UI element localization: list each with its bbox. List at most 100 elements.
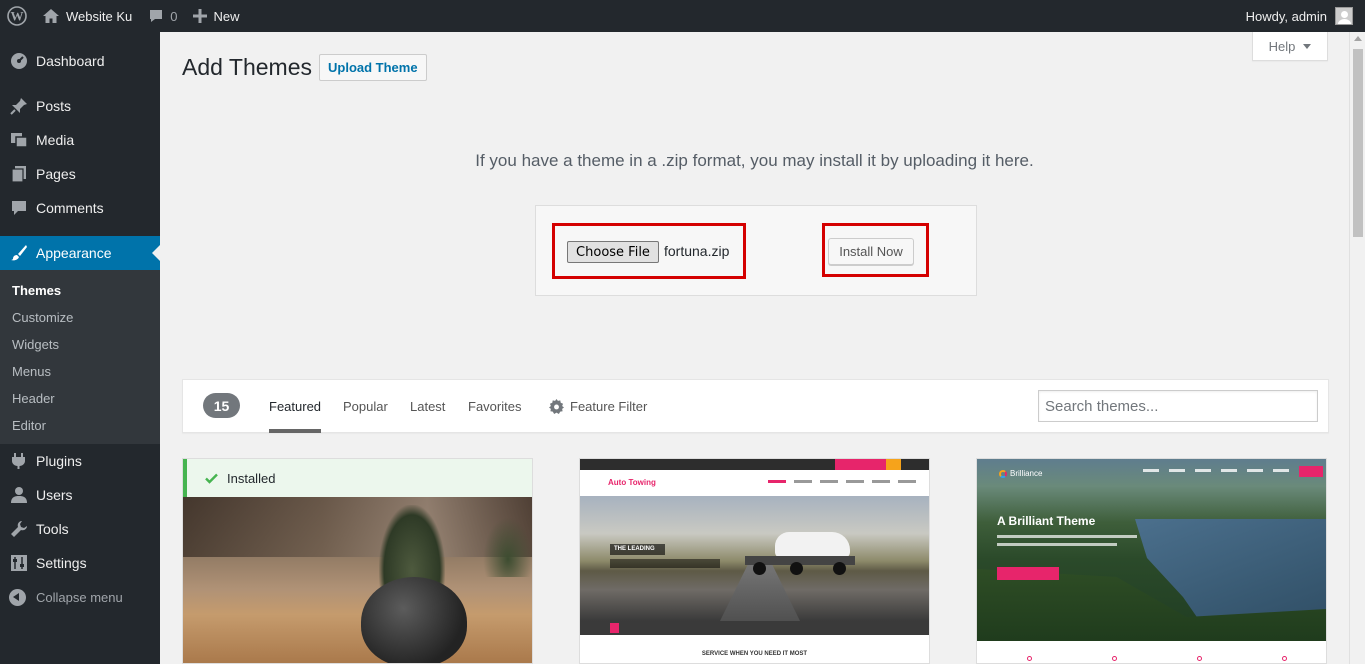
tab-popular[interactable]: Popular xyxy=(343,380,388,433)
theme-screenshot-lake: Brilliance A Brilliant Theme xyxy=(977,459,1326,641)
comments-link[interactable]: 0 xyxy=(140,0,185,32)
comments-icon xyxy=(9,198,29,218)
submenu-item-themes[interactable]: Themes xyxy=(0,277,160,304)
sidebar-item-label: Comments xyxy=(36,200,104,216)
help-label: Help xyxy=(1268,38,1296,54)
submenu-item-menus[interactable]: Menus xyxy=(0,358,160,385)
sidebar-item-label: Pages xyxy=(36,166,76,182)
sidebar-item-settings[interactable]: Settings xyxy=(0,546,160,580)
tab-featured[interactable]: Featured xyxy=(269,380,322,433)
sidebar-item-label: Appearance xyxy=(36,245,112,261)
brilliance-logo-icon xyxy=(999,469,1007,478)
pages-icon xyxy=(9,164,29,184)
sidebar-item-comments[interactable]: Comments xyxy=(0,191,160,225)
sidebar-item-label: Media xyxy=(36,132,75,148)
preview-logo-text: Auto Towing xyxy=(608,478,656,487)
my-account-link[interactable]: Howdy, admin xyxy=(1238,0,1365,32)
search-themes-input[interactable] xyxy=(1038,390,1318,422)
tab-latest[interactable]: Latest xyxy=(410,380,445,433)
preview-hero-title: A Brilliant Theme xyxy=(997,514,1096,528)
media-icon xyxy=(9,130,29,150)
install-now-button[interactable]: Install Now xyxy=(828,238,914,265)
home-icon xyxy=(42,8,60,24)
gear-icon xyxy=(549,399,564,414)
sidebar-item-label: Tools xyxy=(36,521,69,537)
comments-count: 0 xyxy=(170,8,178,24)
collapse-menu-label: Collapse menu xyxy=(36,589,123,605)
settings-icon xyxy=(9,553,29,573)
users-icon xyxy=(9,485,29,505)
upload-theme-form: Choose File fortuna.zip Install Now xyxy=(535,205,977,296)
main-content: Help Add Themes Upload Theme If you have… xyxy=(160,32,1349,664)
feature-filter-button[interactable]: Feature Filter xyxy=(549,380,647,433)
sidebar-item-appearance[interactable]: Appearance xyxy=(0,236,160,270)
theme-card-auto-towing[interactable]: Auto Towing THE LEADING SERVICE WHEN YOU… xyxy=(579,458,930,664)
page-title: Add Themes xyxy=(182,54,312,80)
pin-icon xyxy=(9,96,29,116)
scroll-up-icon[interactable] xyxy=(1354,36,1362,41)
theme-screenshot-plant xyxy=(183,497,532,663)
tab-favorites[interactable]: Favorites xyxy=(468,380,521,433)
sidebar-item-tools[interactable]: Tools xyxy=(0,512,160,546)
preview-slider-bar xyxy=(580,621,929,635)
preview-nav: Auto Towing xyxy=(580,470,929,496)
submenu-item-customize[interactable]: Customize xyxy=(0,304,160,331)
sidebar-item-dashboard[interactable]: Dashboard xyxy=(0,44,160,78)
theme-card-installed[interactable]: Installed xyxy=(182,458,533,664)
sidebar-item-plugins[interactable]: Plugins xyxy=(0,444,160,478)
preview-footer-text: SERVICE WHEN YOU NEED IT MOST xyxy=(701,651,808,657)
sidebar-item-media[interactable]: Media xyxy=(0,123,160,157)
sidebar-item-label: Posts xyxy=(36,98,72,114)
choose-file-button[interactable]: Choose File xyxy=(567,241,659,263)
page-scrollbar[interactable] xyxy=(1349,32,1365,664)
theme-card-brilliance[interactable]: Brilliance A Brilliant Theme xyxy=(976,458,1327,664)
preview-hero-subtag xyxy=(610,559,720,568)
background-window xyxy=(183,497,532,557)
theme-screenshot-towing: Auto Towing THE LEADING SERVICE WHEN YOU… xyxy=(580,459,929,663)
sidebar-item-users[interactable]: Users xyxy=(0,478,160,512)
sidebar-item-posts[interactable]: Posts xyxy=(0,89,160,123)
theme-filter-bar: 15 Featured Popular Latest Favorites Fea… xyxy=(182,379,1329,433)
howdy-text: Howdy, admin xyxy=(1245,8,1327,24)
plugin-icon xyxy=(9,451,29,471)
plus-icon xyxy=(193,9,208,23)
sidebar-item-label: Settings xyxy=(36,555,87,571)
preview-hero-tag: THE LEADING xyxy=(610,544,665,555)
sidebar-item-pages[interactable]: Pages xyxy=(0,157,160,191)
admin-bar: W Website Ku 0 New Howdy, admin xyxy=(0,0,1365,32)
preview-menu xyxy=(768,480,916,483)
installed-label: Installed xyxy=(227,470,276,486)
preview-below-fold xyxy=(977,641,1326,663)
scrollbar-thumb[interactable] xyxy=(1353,49,1363,237)
help-tab-button[interactable]: Help xyxy=(1252,32,1328,61)
preview-cta-button xyxy=(997,567,1059,580)
submenu-item-widgets[interactable]: Widgets xyxy=(0,331,160,358)
round-pot xyxy=(361,577,467,663)
chevron-down-icon xyxy=(1303,43,1312,49)
checkmark-icon xyxy=(205,473,218,484)
site-name-link[interactable]: Website Ku xyxy=(34,0,140,32)
sidebar-item-label: Plugins xyxy=(36,453,82,469)
preview-logo: Brilliance xyxy=(999,469,1042,478)
selected-file-name: fortuna.zip xyxy=(664,243,730,259)
preview-text-line xyxy=(997,543,1117,546)
submenu-item-editor[interactable]: Editor xyxy=(0,412,160,439)
upload-theme-button[interactable]: Upload Theme xyxy=(319,54,427,81)
wordpress-logo-icon[interactable]: W xyxy=(0,0,34,32)
avatar xyxy=(1335,7,1353,25)
preview-text-line xyxy=(997,535,1137,538)
wrench-icon xyxy=(9,519,29,539)
dashboard-icon xyxy=(9,51,29,71)
preview-logo-text: Brilliance xyxy=(1010,469,1043,478)
succulent-plant xyxy=(379,505,445,587)
submenu-item-header[interactable]: Header xyxy=(0,385,160,412)
installed-notice: Installed xyxy=(183,459,532,497)
feature-filter-label: Feature Filter xyxy=(570,399,648,414)
site-name: Website Ku xyxy=(66,8,133,24)
new-content-link[interactable]: New xyxy=(185,0,247,32)
collapse-menu-button[interactable]: Collapse menu xyxy=(0,580,160,614)
svg-text:W: W xyxy=(11,9,24,24)
appearance-submenu: Themes Customize Widgets Menus Header Ed… xyxy=(0,270,160,444)
preview-hero: THE LEADING xyxy=(580,496,929,621)
plant-blur xyxy=(483,517,532,577)
